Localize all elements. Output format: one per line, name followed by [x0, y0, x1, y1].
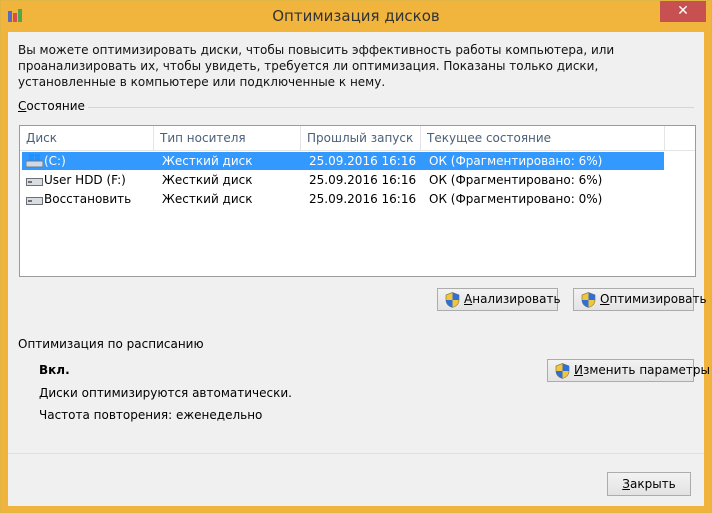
drive-type: Жесткий диск	[162, 192, 253, 206]
column-header-media-type[interactable]: Тип носителя	[154, 126, 301, 150]
analyze-button[interactable]: Анализировать	[437, 288, 561, 311]
drive-last-run: 25.09.2016 16:16	[309, 154, 417, 168]
drive-type: Жесткий диск	[162, 173, 253, 187]
close-button[interactable]: Закрыть	[607, 472, 691, 496]
description-text: Вы можете оптимизировать диски, чтобы по…	[18, 43, 615, 89]
drive-name: Восстановить	[44, 192, 132, 206]
column-header-current-status[interactable]: Текущее состояние	[421, 126, 665, 150]
window-title: Оптимизация дисков	[272, 7, 440, 25]
status-group-label: Состояние	[18, 99, 89, 113]
title-bar[interactable]: Оптимизация дисков ✕	[1, 1, 711, 32]
hdd-icon	[26, 178, 43, 186]
drive-row-recovery[interactable]: Восстановить Жесткий диск 25.09.2016 16:…	[22, 190, 664, 208]
column-header-disk[interactable]: Диск	[20, 126, 154, 150]
uac-shield-icon	[445, 292, 460, 308]
uac-shield-icon	[555, 363, 570, 379]
column-header-last-run[interactable]: Прошлый запуск	[301, 126, 421, 150]
optimize-button[interactable]: Оптимизировать	[573, 288, 707, 311]
drive-row-c[interactable]: (C:) Жесткий диск 25.09.2016 16:16 ОК (Ф…	[22, 152, 664, 170]
schedule-auto-text: Диски оптимизируются автоматически.	[39, 386, 292, 400]
drive-list[interactable]: Диск Тип носителя Прошлый запуск Текущее…	[19, 125, 696, 277]
schedule-frequency: Частота повторения: еженедельно	[39, 408, 263, 422]
windows-drive-icon	[26, 154, 43, 168]
client-area: Вы можете оптимизировать диски, чтобы по…	[8, 32, 710, 506]
change-settings-button[interactable]: Изменить параметры	[547, 359, 710, 382]
defrag-window: Оптимизация дисков ✕ Вы можете оптимизир…	[0, 0, 712, 513]
drive-name: (C:)	[44, 154, 66, 168]
drive-status: ОК (Фрагментировано: 0%)	[429, 192, 603, 206]
dialog-footer	[8, 453, 704, 506]
schedule-state: Вкл.	[39, 363, 70, 377]
drive-name: User HDD (F:)	[44, 173, 126, 187]
window-close-button[interactable]: ✕	[660, 1, 706, 22]
status-group-divider	[88, 107, 694, 108]
drive-last-run: 25.09.2016 16:16	[309, 173, 417, 187]
drive-type: Жесткий диск	[162, 154, 253, 168]
schedule-section-title: Оптимизация по расписанию	[18, 337, 204, 351]
drive-list-header: Диск Тип носителя Прошлый запуск Текущее…	[20, 126, 695, 151]
drive-status: ОК (Фрагментировано: 6%)	[429, 154, 603, 168]
drive-status: ОК (Фрагментировано: 6%)	[429, 173, 603, 187]
drive-last-run: 25.09.2016 16:16	[309, 192, 417, 206]
hdd-icon	[26, 197, 43, 205]
drive-row-f[interactable]: User HDD (F:) Жесткий диск 25.09.2016 16…	[22, 171, 664, 189]
uac-shield-icon	[581, 292, 596, 308]
